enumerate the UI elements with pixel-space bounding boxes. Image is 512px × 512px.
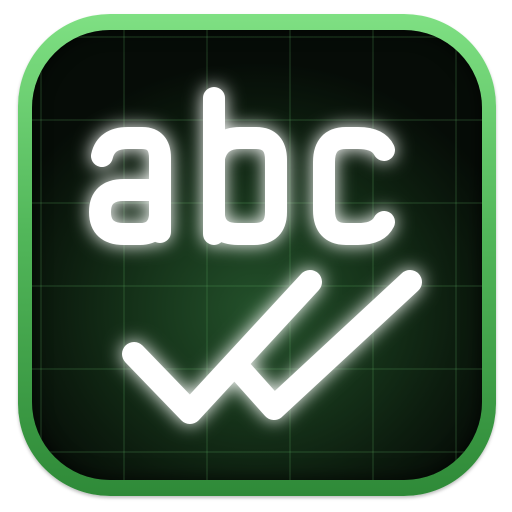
abc-letters-icon — [89, 87, 395, 245]
icon-glyphs — [89, 87, 422, 424]
letter-c — [313, 127, 395, 245]
letter-a-bowl — [89, 179, 171, 245]
double-check-icon — [122, 270, 422, 424]
